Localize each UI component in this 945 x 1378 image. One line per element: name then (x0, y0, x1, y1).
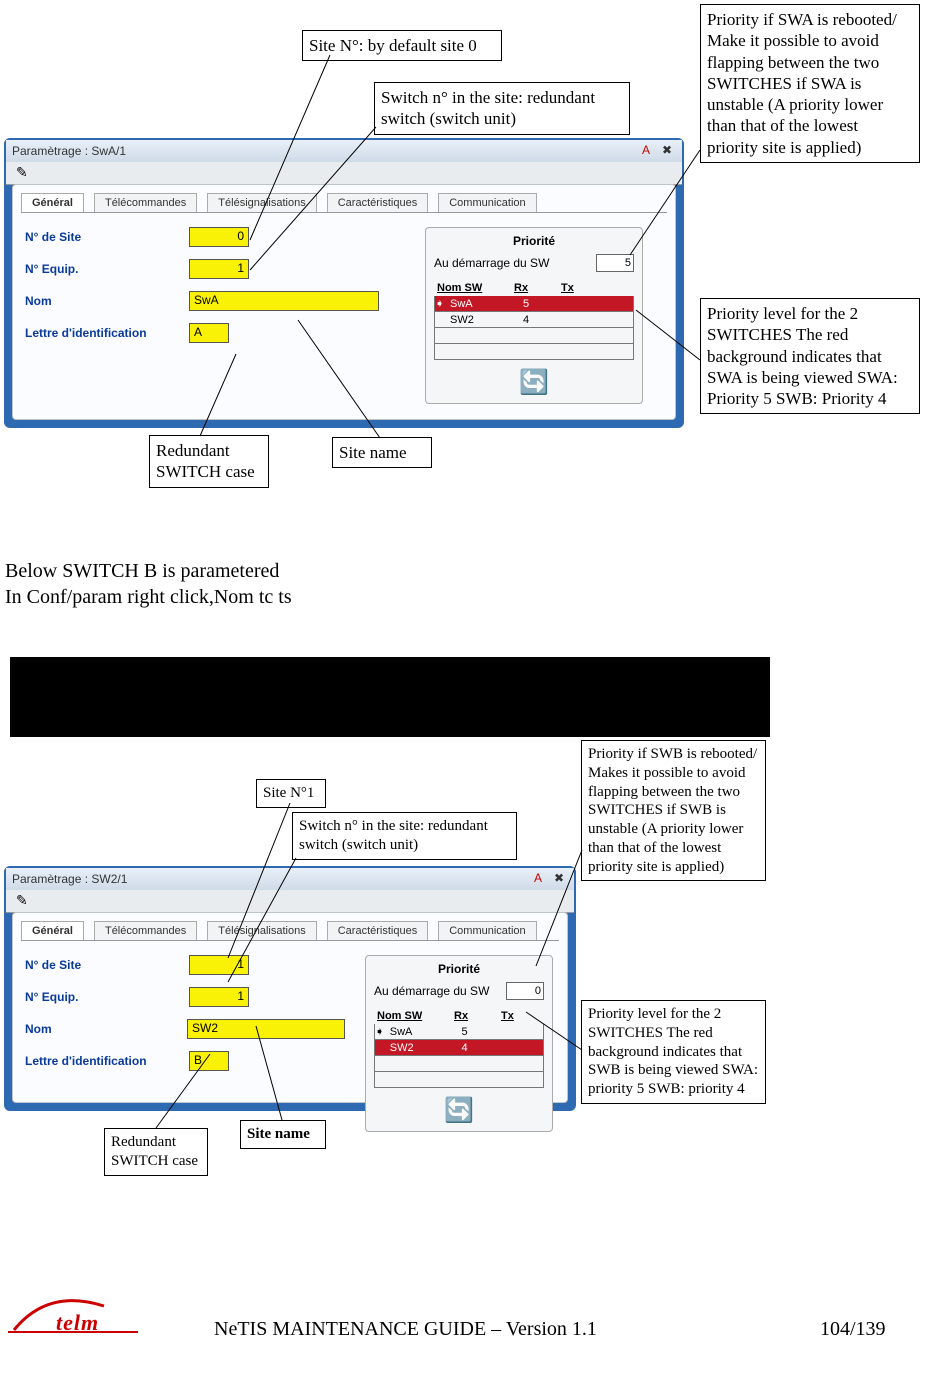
window-swb-title-icons: A ✖ (529, 870, 568, 886)
priority-title-b: Priorité (374, 962, 544, 976)
swrow-swa-a: ➧ SwA 5 (434, 296, 634, 312)
swrow-empty2-b (374, 1072, 544, 1088)
input-nom-a[interactable]: SwA (189, 291, 379, 311)
tab-telesignalisations-a[interactable]: Télésignalisations (207, 193, 316, 212)
window-swb: Paramètrage : SW2/1 A ✖ ✎ Général Téléco… (4, 866, 576, 1111)
swrow-empty1-b (374, 1056, 544, 1072)
label-lettre-b: Lettre d'identification (25, 1054, 175, 1068)
swhead-name-a: Nom SW (434, 282, 507, 294)
swrow-sw2-rx: 4 (520, 314, 563, 326)
tab-caracteristiques-a[interactable]: Caractéristiques (327, 193, 428, 212)
callout-site-name-a: Site name (332, 437, 432, 468)
swrow-sw2-a: SW2 4 (434, 312, 634, 328)
swhead-rx-b: Rx (451, 1010, 494, 1022)
close-x-icon[interactable]: ✖ (658, 142, 676, 158)
swrow-swa-name: SwA (447, 298, 520, 310)
priority-box-b: Priorité Au démarrage du SW Nom SW Rx Tx… (365, 955, 553, 1132)
callout-redundant-a: Redundant SWITCH case (149, 435, 269, 488)
window-swa-title-icons: A ✖ (637, 142, 676, 158)
tab-communication-b[interactable]: Communication (438, 921, 536, 940)
priority-sub-value-a[interactable] (596, 254, 634, 272)
swrow-swa-rx: 5 (520, 298, 563, 310)
label-nom-b: Nom (25, 1022, 173, 1036)
edit-icon-b[interactable]: ✎ (16, 893, 28, 910)
page: Priority if SWA is rebooted/ Make it pos… (0, 0, 945, 1378)
callout-site-n0: Site N°: by default site 0 (302, 30, 502, 61)
window-swa-body: Général Télécommandes Télésignalisations… (12, 184, 676, 420)
window-swb-toolbar: ✎ (6, 890, 574, 913)
tab-telecommandes-b[interactable]: Télécommandes (94, 921, 197, 940)
refresh-icon-a[interactable]: 🔄 (434, 368, 634, 397)
swrow-empty2-a (434, 344, 634, 360)
swrow-sw2-rx-b: 4 (458, 1042, 500, 1054)
window-swa-title-bar: Paramètrage : SwA/1 A ✖ (6, 140, 682, 163)
label-equip-a: N° Equip. (25, 262, 175, 276)
black-bar (10, 657, 770, 737)
window-swa-toolbar: ✎ (6, 162, 682, 185)
swhead-name-b: Nom SW (374, 1010, 447, 1022)
tab-general-a[interactable]: Général (21, 193, 84, 212)
brand-logo: telm (8, 1292, 158, 1347)
tab-telesignalisations-b[interactable]: Télésignalisations (207, 921, 316, 940)
window-swa-tabs: Général Télécommandes Télésignalisations… (21, 193, 667, 213)
callout-swa-reboot: Priority if SWA is rebooted/ Make it pos… (700, 4, 920, 163)
swrow-sw2-name: SW2 (447, 314, 520, 326)
label-nom-a: Nom (25, 294, 175, 308)
priority-sub-label-b: Au démarrage du SW (374, 984, 489, 998)
tab-telecommandes-a[interactable]: Télécommandes (94, 193, 197, 212)
edit-icon[interactable]: ✎ (16, 165, 28, 182)
swrow-swa-name-b: SwA (387, 1026, 459, 1038)
input-nom-b[interactable]: SW2 (187, 1019, 345, 1039)
callout-switch-unit-a: Switch n° in the site: redundant switch … (374, 82, 630, 135)
swrow-swa-rx-b: 5 (458, 1026, 500, 1038)
window-swb-title: Paramètrage : SW2/1 (12, 872, 127, 886)
label-site-b: N° de Site (25, 958, 175, 972)
callout-priority-level-swb: Priority level for the 2 SWITCHES The re… (581, 1000, 766, 1104)
window-swb-tabs: Général Télécommandes Télésignalisations… (21, 921, 559, 941)
callout-site-n1: Site N°1 (256, 779, 326, 808)
close-x-icon-b[interactable]: ✖ (550, 870, 568, 886)
priority-title-a: Priorité (434, 234, 634, 248)
priority-box-a: Priorité Au démarrage du SW Nom SW Rx Tx… (425, 227, 643, 404)
callout-switch-unit-b: Switch n° in the site: redundant switch … (292, 812, 517, 860)
callout-swb-reboot: Priority if SWB is rebooted/ Makes it po… (581, 740, 766, 881)
tab-general-b[interactable]: Général (21, 921, 84, 940)
swrow-sw2-b: SW2 4 (374, 1040, 544, 1056)
form-col-a: N° de Site 0 N° Equip. 1 Nom SwA Lettre … (25, 227, 405, 404)
form-col-b: N° de Site 1 N° Equip. 1 Nom SW2 Lettre … (25, 955, 345, 1132)
label-equip-b: N° Equip. (25, 990, 175, 1004)
refresh-icon-b[interactable]: 🔄 (374, 1096, 544, 1125)
close-icon-b[interactable]: A (529, 870, 547, 886)
paragraph-1: Below SWITCH B is parametered (5, 558, 279, 584)
input-site-b[interactable]: 1 (189, 955, 249, 975)
footer-title: NeTIS MAINTENANCE GUIDE – Version 1.1 (214, 1318, 597, 1341)
close-icon[interactable]: A (637, 142, 655, 158)
tab-caracteristiques-b[interactable]: Caractéristiques (327, 921, 428, 940)
input-site-a[interactable]: 0 (189, 227, 249, 247)
priority-sub-label-a: Au démarrage du SW (434, 256, 549, 270)
swhead-rx-a: Rx (511, 282, 554, 294)
swrow-empty1-a (434, 328, 634, 344)
label-site-a: N° de Site (25, 230, 175, 244)
input-equip-a[interactable]: 1 (189, 259, 249, 279)
label-lettre-a: Lettre d'identification (25, 326, 175, 340)
window-swa: Paramètrage : SwA/1 A ✖ ✎ Général Téléco… (4, 138, 684, 428)
window-swb-body: Général Télécommandes Télésignalisations… (12, 912, 568, 1103)
window-swb-title-bar: Paramètrage : SW2/1 A ✖ (6, 868, 574, 891)
swrow-swa-b: ➧ SwA 5 (374, 1024, 544, 1040)
input-equip-b[interactable]: 1 (189, 987, 249, 1007)
brand-text: telm (56, 1310, 99, 1336)
input-lettre-a[interactable]: A (189, 323, 229, 343)
tab-communication-a[interactable]: Communication (438, 193, 536, 212)
swhead-tx-a: Tx (558, 282, 601, 294)
paragraph-2: In Conf/param right click,Nom tc ts (5, 584, 292, 610)
window-swa-title: Paramètrage : SwA/1 (12, 144, 126, 158)
page-number: 104/139 (820, 1318, 886, 1341)
priority-sub-value-b[interactable] (506, 982, 544, 1000)
input-lettre-b[interactable]: B (189, 1051, 229, 1071)
swhead-tx-b: Tx (498, 1010, 541, 1022)
callout-priority-level-swa: Priority level for the 2 SWITCHES The re… (700, 298, 920, 414)
swrow-sw2-name-b: SW2 (387, 1042, 459, 1054)
